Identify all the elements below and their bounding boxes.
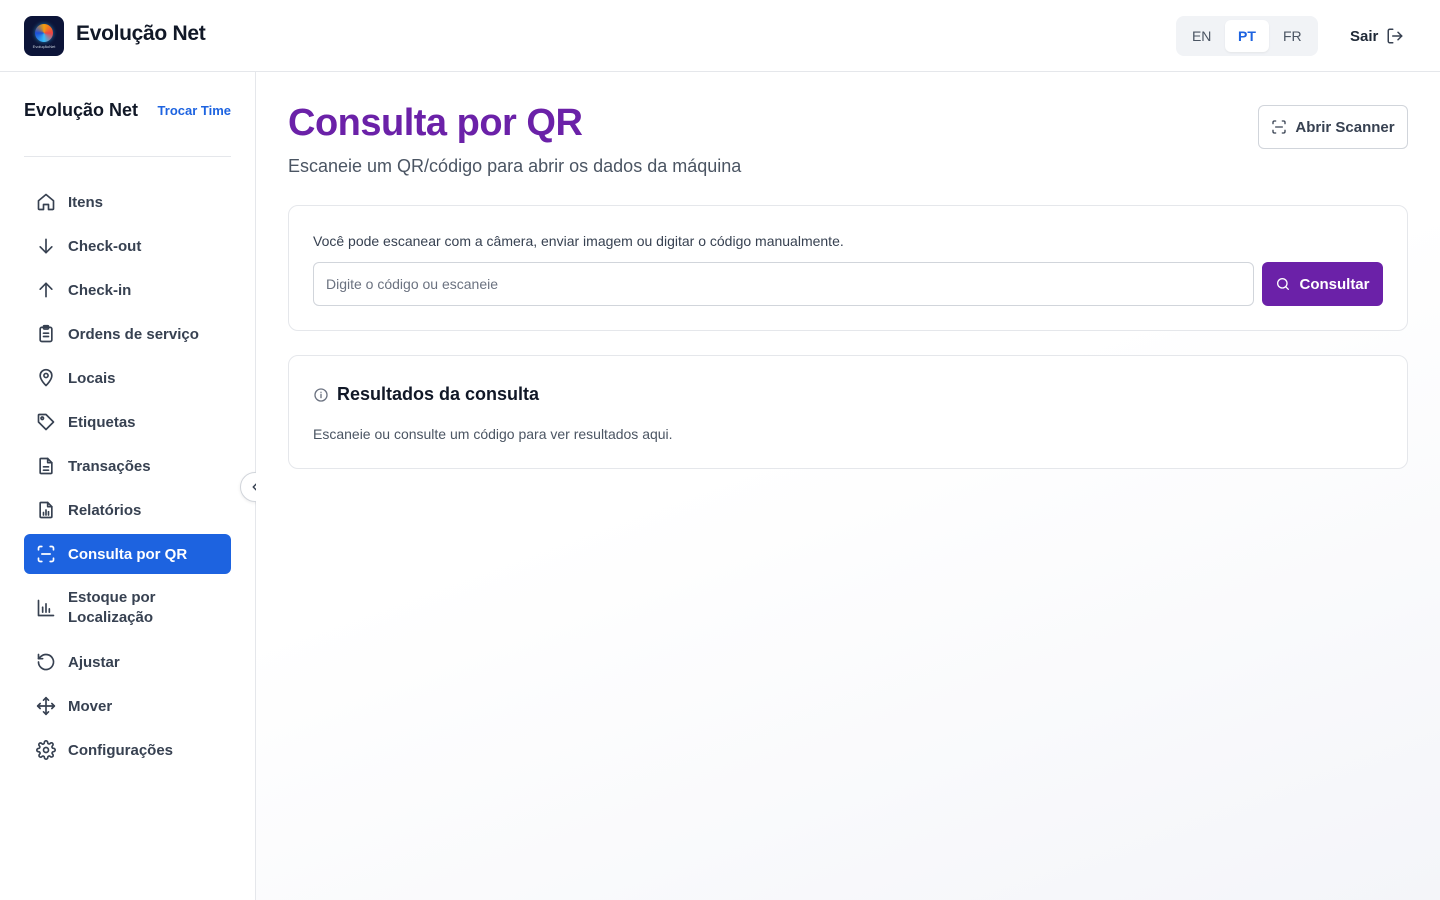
app-brand-name: Evolução Net — [76, 22, 206, 45]
sidebar-item-label: Itens — [68, 193, 104, 211]
map-pin-icon — [36, 368, 56, 388]
scan-icon — [1271, 119, 1287, 135]
arrow-down-icon — [36, 236, 56, 256]
code-search-input[interactable] — [313, 262, 1254, 306]
home-icon — [36, 192, 56, 212]
sidebar-item-label: Estoque por Localização — [68, 589, 156, 626]
logo-orb-icon — [35, 23, 53, 42]
sidebar-item-label: Check-in — [68, 281, 132, 299]
lang-en-button[interactable]: EN — [1180, 20, 1223, 52]
sidebar-item-itens[interactable]: Itens — [24, 182, 231, 222]
top-bar: EvoluçãoNet Evolução Net EN PT FR Sair — [0, 0, 1440, 72]
results-header: Resultados da consulta — [313, 384, 539, 405]
sidebar-item-label: Transações — [68, 457, 151, 475]
sidebar-item-label: Locais — [68, 369, 116, 387]
sidebar-divider — [24, 156, 231, 157]
clipboard-icon — [36, 324, 56, 344]
sidebar-item-label: Consulta por QR — [68, 545, 188, 563]
sidebar-item-label: Etiquetas — [68, 413, 136, 431]
language-switcher: EN PT FR — [1176, 16, 1318, 56]
tag-icon — [36, 412, 56, 432]
sidebar-item-consulta-por-qr[interactable]: Consulta por QR — [24, 534, 231, 574]
app-logo[interactable]: EvoluçãoNet — [24, 16, 64, 56]
sidebar-item-ordens-de-servico[interactable]: Ordens de serviço — [24, 314, 231, 354]
sidebar-item-mover[interactable]: Mover — [24, 686, 231, 726]
search-icon — [1275, 276, 1291, 292]
sidebar-item-relatorios[interactable]: Relatórios — [24, 490, 231, 530]
page-title: Consulta por QR — [288, 102, 583, 144]
results-title: Resultados da consulta — [337, 384, 540, 404]
logout-label: Sair — [1350, 27, 1379, 45]
move-icon — [36, 696, 56, 716]
sidebar-item-label: Relatórios — [68, 501, 142, 519]
sidebar-item-label: Check-out — [68, 237, 142, 255]
consult-label: Consultar — [1299, 275, 1370, 293]
logout-icon — [1386, 27, 1404, 45]
open-scanner-label: Abrir Scanner — [1295, 118, 1395, 136]
sidebar-item-locais[interactable]: Locais — [24, 358, 231, 398]
search-card: Você pode escanear com a câmera, enviar … — [288, 205, 1408, 331]
bar-chart-icon — [36, 598, 56, 618]
consult-button[interactable]: Consultar — [1262, 262, 1383, 306]
sidebar-item-label: Ordens de serviço — [68, 325, 199, 343]
settings-icon — [36, 740, 56, 760]
sidebar-item-etiquetas[interactable]: Etiquetas — [24, 402, 231, 442]
results-empty-message: Escaneie ou consulte um código para ver … — [313, 426, 673, 442]
sidebar-item-configuracoes[interactable]: Configurações — [24, 730, 231, 770]
sidebar-item-transacoes[interactable]: Transações — [24, 446, 231, 486]
sidebar-item-check-out[interactable]: Check-out — [24, 226, 231, 266]
sidebar-item-label: Mover — [68, 697, 113, 715]
sidebar-item-ajustar[interactable]: Ajustar — [24, 642, 231, 682]
sidebar: Evolução Net Trocar Time Itens Check-out… — [0, 72, 256, 900]
sidebar-item-check-in[interactable]: Check-in — [24, 270, 231, 310]
open-scanner-button[interactable]: Abrir Scanner — [1258, 105, 1408, 149]
search-hint: Você pode escanear com a câmera, enviar … — [313, 233, 844, 249]
main-content: Consulta por QR Escaneie um QR/código pa… — [256, 72, 1440, 900]
page-subtitle: Escaneie um QR/código para abrir os dado… — [288, 156, 742, 176]
sidebar-item-label: Configurações — [68, 741, 174, 759]
logout-button[interactable]: Sair — [1350, 24, 1404, 48]
report-icon — [36, 500, 56, 520]
logo-text: EvoluçãoNet — [32, 43, 56, 49]
results-card: Resultados da consulta Escaneie ou consu… — [288, 355, 1408, 469]
info-icon — [313, 387, 329, 403]
rotate-icon — [36, 652, 56, 672]
sidebar-item-estoque-por-localizacao[interactable]: Estoque por Localização — [24, 578, 231, 638]
lang-fr-button[interactable]: FR — [1271, 20, 1314, 52]
scan-icon — [36, 544, 56, 564]
arrow-up-icon — [36, 280, 56, 300]
switch-team-link[interactable]: Trocar Time — [158, 103, 231, 118]
sidebar-nav: Itens Check-out Check-in Ordens de servi… — [24, 182, 231, 774]
lang-pt-button[interactable]: PT — [1225, 20, 1269, 52]
document-icon — [36, 456, 56, 476]
sidebar-item-label: Ajustar — [68, 653, 120, 671]
team-name: Evolução Net — [24, 100, 139, 120]
